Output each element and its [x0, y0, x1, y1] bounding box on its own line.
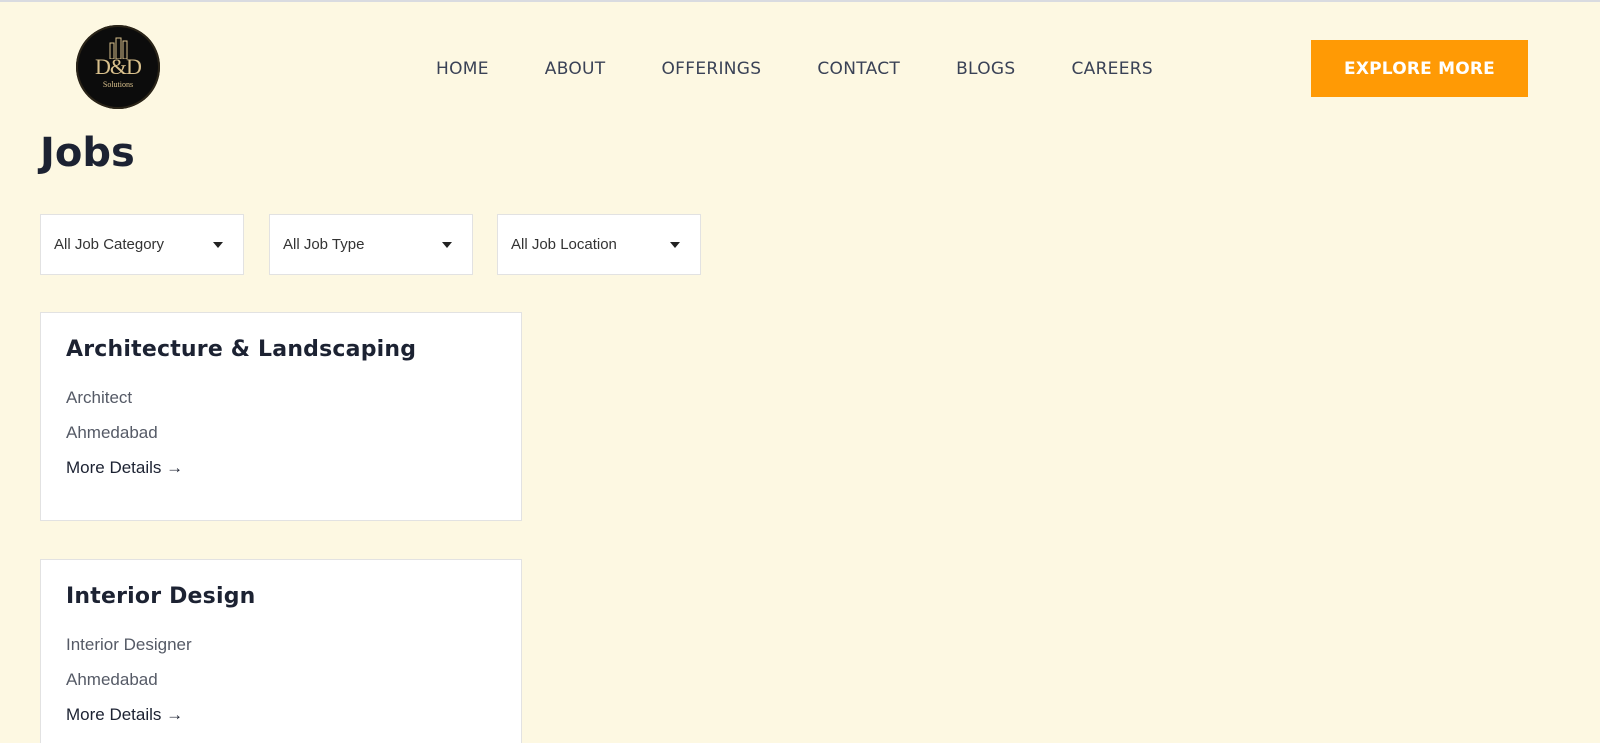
- job-card: Interior Design Interior Designer Ahmeda…: [40, 559, 522, 743]
- job-location: Ahmedabad: [66, 670, 158, 689]
- nav-careers[interactable]: CAREERS: [1071, 57, 1153, 81]
- job-location: Ahmedabad: [66, 423, 158, 442]
- job-location-label: All Job Location: [511, 236, 617, 253]
- job-location-select[interactable]: All Job Location: [497, 214, 701, 275]
- job-type-label: All Job Type: [283, 236, 365, 253]
- job-title: Architect: [66, 388, 133, 407]
- job-category-select[interactable]: All Job Category: [40, 214, 244, 275]
- site-header: D&D Solutions HOME ABOUT OFFERINGS CONTA…: [0, 2, 1600, 132]
- nav-contact[interactable]: CONTACT: [817, 57, 900, 81]
- chevron-down-icon: [670, 241, 680, 248]
- more-details-link[interactable]: More Details →: [66, 458, 183, 478]
- job-card: Architecture & Landscaping Architect Ahm…: [40, 312, 522, 521]
- job-type-select[interactable]: All Job Type: [269, 214, 473, 275]
- main-nav: HOME ABOUT OFFERINGS CONTACT BLOGS CAREE…: [436, 57, 1209, 81]
- explore-more-button[interactable]: EXPLORE MORE: [1311, 40, 1528, 97]
- job-category-heading: Interior Design: [66, 584, 256, 609]
- chevron-down-icon: [442, 241, 452, 248]
- nav-about[interactable]: ABOUT: [545, 57, 606, 81]
- job-title: Interior Designer: [66, 635, 192, 654]
- more-details-link[interactable]: More Details →: [66, 705, 183, 725]
- nav-offerings[interactable]: OFFERINGS: [661, 57, 761, 81]
- building-icon: [109, 37, 128, 59]
- job-category-label: All Job Category: [54, 236, 165, 253]
- logo-subtitle: Solutions: [102, 79, 134, 89]
- page-title: Jobs: [40, 130, 135, 176]
- nav-blogs[interactable]: BLOGS: [956, 57, 1015, 81]
- company-logo[interactable]: D&D Solutions: [76, 25, 160, 109]
- chevron-down-icon: [213, 241, 223, 248]
- job-category-heading: Architecture & Landscaping: [66, 337, 417, 362]
- nav-home[interactable]: HOME: [436, 57, 489, 81]
